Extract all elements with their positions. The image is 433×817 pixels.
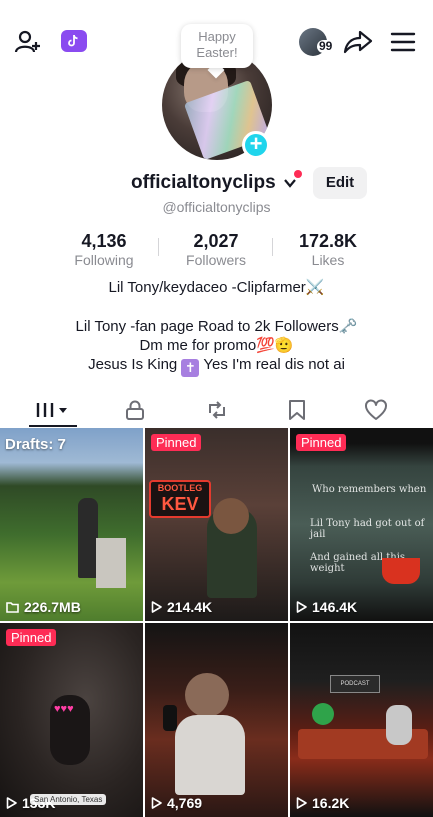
views-value: 214.4K xyxy=(167,599,213,615)
tab-reposts[interactable] xyxy=(197,392,237,428)
following-label: Following xyxy=(74,252,134,268)
bio-line-4: Jesus Is King ✝ Yes I'm real dis not ai xyxy=(0,355,433,377)
location-tag: San Antonio, Texas xyxy=(30,794,107,805)
stat-following[interactable]: 4,136 Following xyxy=(44,230,164,269)
video-tile[interactable]: BOOTLEG KEV Pinned 214.4K xyxy=(145,428,288,621)
video-tile[interactable]: 4,769 xyxy=(145,623,288,817)
person-figure xyxy=(386,705,412,745)
account-badge-count: 99 xyxy=(317,39,335,53)
drafts-tile[interactable]: Drafts: 7 226.7MB xyxy=(0,428,143,621)
thumbnail xyxy=(0,428,143,621)
neon-sign: BOOTLEG KEV xyxy=(149,480,211,518)
person-head xyxy=(185,673,229,717)
bubble-line-1: Happy xyxy=(198,29,236,44)
view-count: 214.4K xyxy=(151,599,212,615)
heart-icon xyxy=(365,399,387,420)
play-icon xyxy=(151,797,162,809)
mailbox xyxy=(96,538,126,588)
person-green-hat xyxy=(312,703,334,725)
likes-label: Likes xyxy=(311,252,345,268)
lock-icon xyxy=(126,400,144,420)
menu-icon[interactable] xyxy=(390,30,416,54)
cup xyxy=(382,558,420,584)
video-tile[interactable]: Who remembers when Lil Tony had got out … xyxy=(290,428,433,621)
easter-bubble[interactable]: Happy Easter! xyxy=(181,24,253,68)
following-count: 4,136 xyxy=(81,231,127,251)
neon-text-2: KEV xyxy=(161,494,199,514)
views-value: 146.4K xyxy=(312,599,358,615)
draft-size: 226.7MB xyxy=(6,599,81,615)
username-row: officialtonyclips xyxy=(0,170,433,198)
active-tab-indicator xyxy=(29,425,77,427)
add-story-button[interactable]: + xyxy=(242,131,270,159)
bubble-line-2: Easter! xyxy=(196,45,238,60)
tab-private[interactable] xyxy=(115,392,155,428)
bio-line-2: Lil Tony -fan page Road to 2k Followers🗝… xyxy=(75,318,358,335)
followers-label: Followers xyxy=(186,252,246,268)
tiktok-studio-icon[interactable] xyxy=(61,30,87,52)
bio-line-3: Dm me for promo💯🫡 xyxy=(139,337,294,354)
view-count: 16.2K xyxy=(296,795,349,811)
bio-line-4a: Jesus Is King xyxy=(88,356,178,373)
views-value: 4,769 xyxy=(167,795,203,811)
play-icon xyxy=(296,797,307,809)
pinned-badge: Pinned xyxy=(6,629,57,646)
bookmark-icon xyxy=(289,400,305,420)
add-user-icon[interactable] xyxy=(14,28,42,56)
followers-count: 2,027 xyxy=(193,231,239,251)
person-figure xyxy=(175,715,245,795)
grid-icon xyxy=(36,403,67,417)
views-value: 16.2K xyxy=(312,795,350,811)
view-count: 4,769 xyxy=(151,795,202,811)
caption-overlay: Who remembers when xyxy=(312,484,427,495)
play-icon xyxy=(6,797,17,809)
pinned-badge: Pinned xyxy=(151,434,202,451)
user-handle: @officialtonyclips xyxy=(162,199,271,215)
pinned-badge: Pinned xyxy=(296,434,347,451)
drafts-label: Drafts: 7 xyxy=(5,436,66,453)
tab-liked[interactable] xyxy=(356,392,396,428)
share-icon[interactable] xyxy=(343,28,373,56)
play-icon xyxy=(151,601,162,613)
cross-icon: ✝ xyxy=(181,359,200,377)
video-tile[interactable]: ♥♥♥ Pinned 133K San Antonio, Texas xyxy=(0,623,143,817)
neon-text-1: BOOTLEG xyxy=(157,483,203,493)
video-tile[interactable]: PODCAST 16.2K xyxy=(290,623,433,817)
microphone xyxy=(163,705,177,731)
stat-likes[interactable]: 172.8K Likes xyxy=(268,230,388,269)
profile-tabs xyxy=(0,392,433,428)
hearts-emoji: ♥♥♥ xyxy=(54,703,74,715)
likes-count: 172.8K xyxy=(298,231,358,251)
tab-videos[interactable] xyxy=(29,392,77,428)
profile-stats: 4,136 Following 2,027 Followers 172.8K L… xyxy=(0,230,433,270)
video-grid: Drafts: 7 226.7MB BOOTLEG KEV Pinned 214… xyxy=(0,428,433,817)
person-figure xyxy=(78,498,98,578)
username[interactable]: officialtonyclips xyxy=(131,172,276,194)
tiktok-note-icon xyxy=(68,34,78,47)
tab-favorites[interactable] xyxy=(277,392,317,428)
view-count: 146.4K xyxy=(296,599,357,615)
caption-overlay: Lil Tony had got out of jail xyxy=(310,518,425,540)
folder-icon xyxy=(6,602,19,613)
chevron-down-icon[interactable] xyxy=(283,176,297,190)
notification-dot xyxy=(294,170,302,178)
bio-line-1: Lil Tony/keydaceo -Clipfarmer⚔️ xyxy=(108,279,325,296)
edit-profile-button[interactable]: Edit xyxy=(313,167,367,199)
size-value: 226.7MB xyxy=(24,599,81,615)
bio-line-4b: Yes I'm real dis not ai xyxy=(203,356,345,373)
play-icon xyxy=(296,601,307,613)
repost-icon xyxy=(209,401,225,419)
podcast-sign: PODCAST xyxy=(330,675,380,693)
person-head xyxy=(213,498,249,534)
stat-followers[interactable]: 2,027 Followers xyxy=(156,230,276,269)
